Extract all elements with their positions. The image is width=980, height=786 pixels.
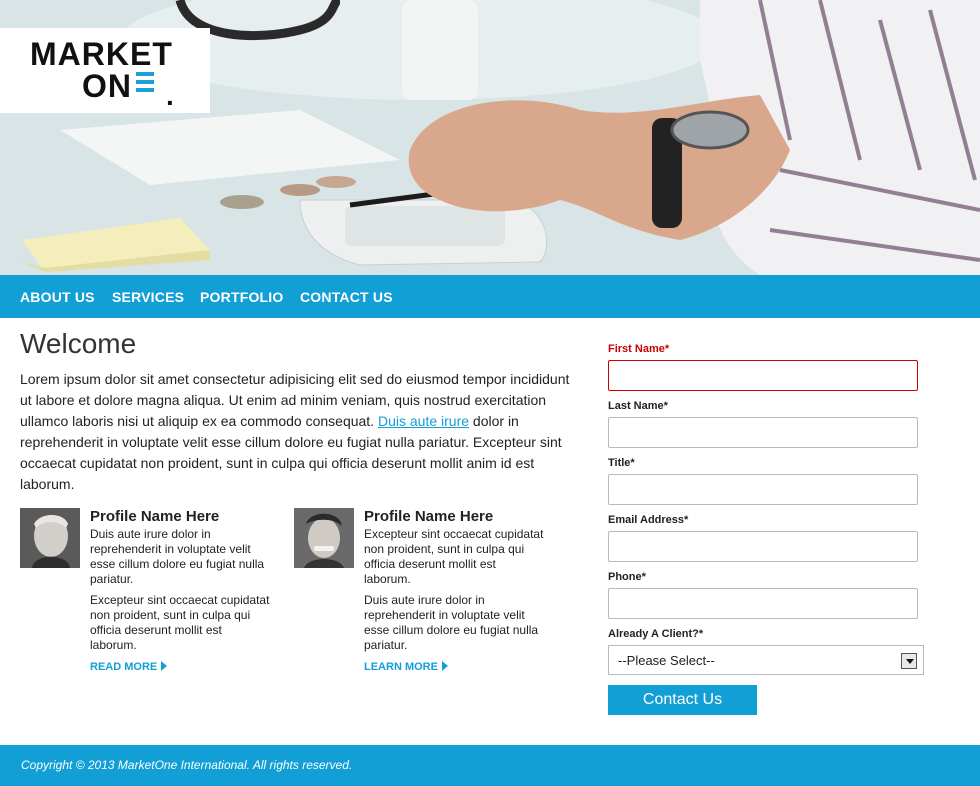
- last-name-field[interactable]: [608, 417, 918, 448]
- contact-us-button[interactable]: Contact Us: [608, 685, 757, 715]
- profile-text-2: Excepteur sint occaecat cupidatat non pr…: [90, 593, 270, 652]
- main-nav: ABOUT US SERVICES PORTFOLIO CONTACT US: [0, 275, 980, 318]
- intro-link[interactable]: Duis aute irure: [378, 413, 469, 429]
- nav-portfolio[interactable]: PORTFOLIO: [200, 289, 283, 305]
- intro-paragraph: Lorem ipsum dolor sit amet consectetur a…: [20, 369, 576, 495]
- arrow-right-icon: [441, 661, 448, 671]
- hero-banner: MARKET ON .: [0, 0, 980, 275]
- first-name-field[interactable]: [608, 360, 918, 391]
- client-select[interactable]: --Please Select--: [608, 645, 924, 675]
- arrow-right-icon: [161, 661, 168, 671]
- page-title: Welcome: [20, 328, 137, 359]
- profile-text-1: Duis aute irure dolor in reprehenderit i…: [90, 527, 265, 586]
- read-more-link[interactable]: READ MORE: [90, 661, 168, 673]
- profile-photo: [294, 508, 354, 568]
- profile-text-2: Duis aute irure dolor in reprehenderit i…: [364, 593, 539, 652]
- email-field[interactable]: [608, 531, 918, 562]
- profile-text-1: Excepteur sint occaecat cupidatat non pr…: [364, 527, 544, 586]
- read-more-label: READ MORE: [90, 661, 158, 673]
- copyright-text: Copyright © 2013 MarketOne International…: [21, 758, 353, 772]
- learn-more-label: LEARN MORE: [364, 661, 438, 673]
- phone-field[interactable]: [608, 588, 918, 619]
- logo-dot: .: [166, 80, 174, 111]
- logo[interactable]: MARKET ON .: [0, 28, 210, 113]
- learn-more-link[interactable]: LEARN MORE: [364, 661, 448, 673]
- footer: Copyright © 2013 MarketOne International…: [0, 745, 980, 786]
- first-name-label: First Name*: [608, 343, 670, 355]
- logo-line-2: ON: [82, 68, 132, 104]
- chevron-down-icon[interactable]: [901, 653, 917, 669]
- client-select-value: --Please Select--: [618, 653, 715, 668]
- nav-services[interactable]: SERVICES: [112, 289, 184, 305]
- title-label: Title*: [608, 457, 635, 469]
- nav-about-us[interactable]: ABOUT US: [20, 289, 95, 305]
- last-name-label: Last Name*: [608, 400, 668, 412]
- logo-bars-icon: [136, 72, 154, 98]
- profile-name: Profile Name Here: [364, 508, 494, 525]
- profile-photo: [20, 508, 80, 568]
- title-field[interactable]: [608, 474, 918, 505]
- phone-label: Phone*: [608, 571, 646, 583]
- nav-contact-us[interactable]: CONTACT US: [300, 289, 393, 305]
- client-label: Already A Client?*: [608, 628, 704, 640]
- profile-name: Profile Name Here: [90, 508, 220, 525]
- email-label: Email Address*: [608, 514, 689, 526]
